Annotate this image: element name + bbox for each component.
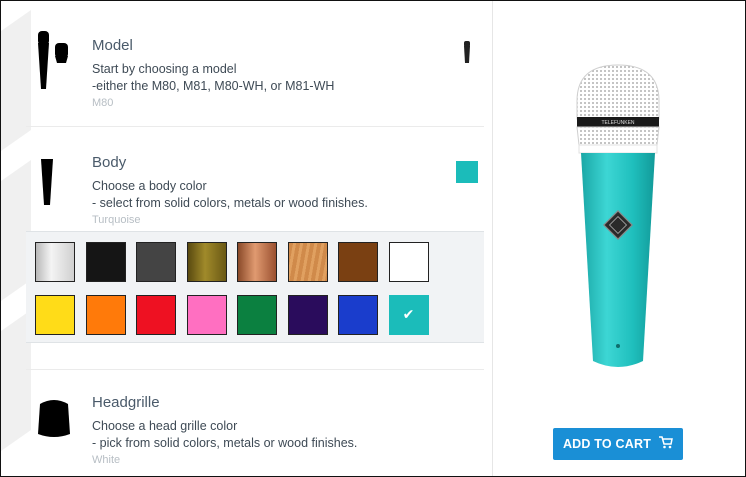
model-preview-icon [463,41,471,68]
model-value: M80 [92,97,114,109]
swatch-orange[interactable] [85,295,126,335]
swatch-dark-gray[interactable] [136,242,176,282]
swatch-black[interactable] [85,242,126,282]
headgrille-icon [36,398,72,443]
swatch-olive-gold[interactable] [186,242,227,282]
model-title: Model [92,37,133,54]
model-desc-2: -either the M80, M81, M80-WH, or M81-WH [92,79,335,93]
svg-text:TELEFUNKEN: TELEFUNKEN [601,120,634,126]
body-icon [40,159,54,210]
body-section[interactable]: Body Choose a body color - select from s… [26,129,484,229]
body-title: Body [92,154,127,171]
add-to-cart-button[interactable]: ADD TO CART [553,428,683,460]
body-desc-1: Choose a body color [92,179,207,193]
body-value: Turquoise [92,214,141,226]
swatch-light-wood[interactable] [287,242,328,282]
headgrille-desc-2: - pick from solid colors, metals or wood… [92,436,358,450]
model-desc-1: Start by choosing a model [92,62,237,76]
configurator-window: Model Start by choosing a model -either … [0,0,746,477]
swatch-copper[interactable] [237,242,277,282]
swatch-white[interactable] [388,242,429,282]
body-color-swatch-panel: ✔ [26,231,484,343]
swatch-purple[interactable] [287,295,328,335]
model-icon [36,31,76,96]
swatch-turquoise[interactable]: ✔ [388,295,429,335]
options-panel: Model Start by choosing a model -either … [1,1,493,476]
headgrille-desc-1: Choose a head grille color [92,419,238,433]
microphone-image: TELEFUNKEN [563,61,673,396]
swatch-red[interactable] [136,295,176,335]
headgrille-section[interactable]: Headgrille Choose a head grille color - … [26,369,484,476]
body-desc-2: - select from solid colors, metals or wo… [92,196,368,210]
swatch-pearl[interactable] [35,242,75,282]
headgrille-value: White [92,454,121,466]
swatch-brown[interactable] [338,242,378,282]
swatch-pink[interactable] [186,295,227,335]
cart-icon [659,436,673,452]
add-to-cart-label: ADD TO CART [562,437,652,451]
swatch-blue[interactable] [338,295,378,335]
check-icon: ✔ [402,307,415,323]
model-section[interactable]: Model Start by choosing a model -either … [26,15,484,127]
swatch-green[interactable] [237,295,277,335]
product-preview-panel: TELEFUNKEN [493,1,745,476]
headgrille-title: Headgrille [92,394,160,411]
swatch-yellow[interactable] [35,295,75,335]
selected-body-color-indicator [456,161,478,183]
